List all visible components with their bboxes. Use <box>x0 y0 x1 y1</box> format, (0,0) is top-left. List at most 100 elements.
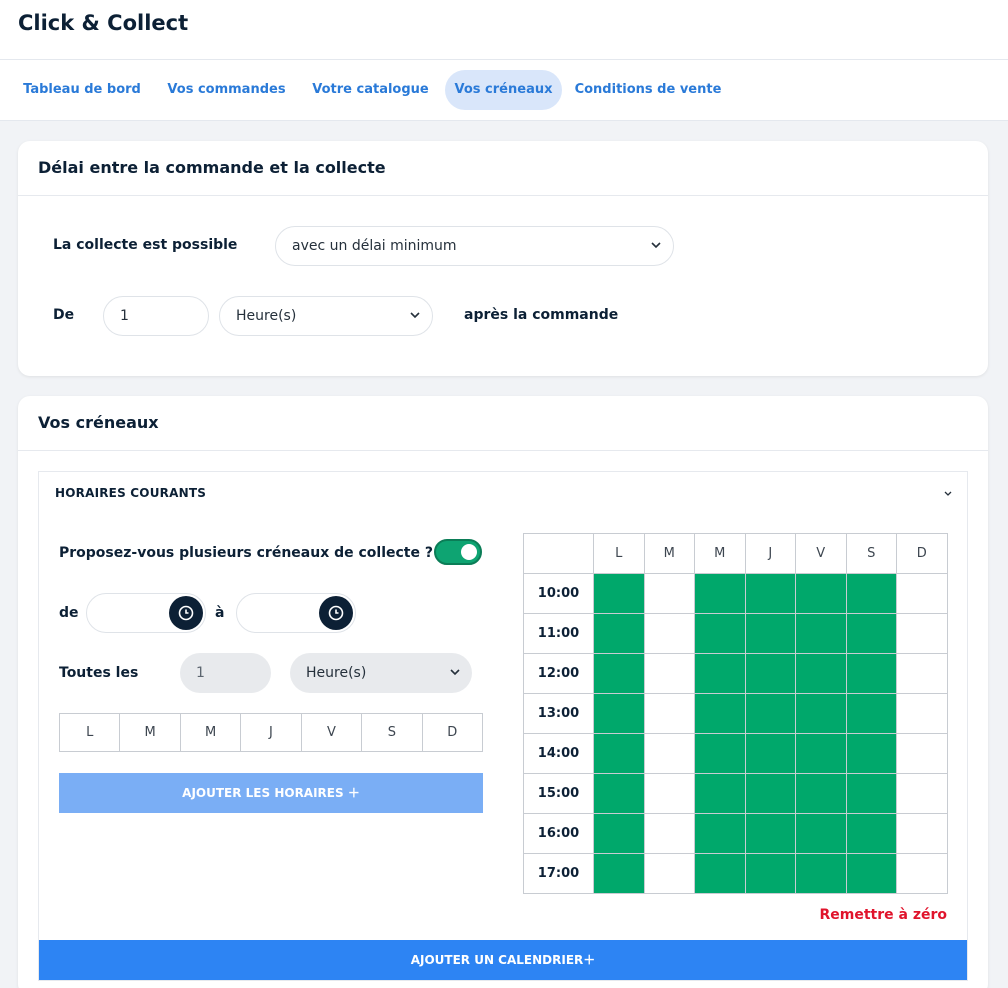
slot-cell-inactive[interactable] <box>643 773 695 814</box>
slot-cell-inactive[interactable] <box>643 733 695 774</box>
slot-cell-inactive[interactable] <box>896 573 948 614</box>
slot-cell-active[interactable] <box>795 733 847 774</box>
slot-cell-active[interactable] <box>593 813 645 854</box>
multiple-slots-question: Proposez-vous plusieurs créneaux de coll… <box>59 545 433 561</box>
day-thursday[interactable]: J <box>241 714 302 751</box>
slot-cell-active[interactable] <box>744 613 796 654</box>
slot-cell-active[interactable] <box>795 853 847 894</box>
delay-unit-select[interactable]: Heure(s) <box>219 296 433 336</box>
slot-cell-inactive[interactable] <box>643 693 695 734</box>
day-tuesday[interactable]: M <box>120 714 181 751</box>
slot-cell-active[interactable] <box>845 693 897 734</box>
day-friday[interactable]: V <box>302 714 363 751</box>
slot-cell-active[interactable] <box>845 853 897 894</box>
grid-day-header: S <box>845 533 897 574</box>
add-calendar-button[interactable]: AJOUTER UN CALENDRIER＋ <box>39 940 967 980</box>
slot-cell-active[interactable] <box>795 773 847 814</box>
delay-unit-value: Heure(s) <box>236 308 297 324</box>
slot-cell-active[interactable] <box>593 693 645 734</box>
slot-cell-active[interactable] <box>593 733 645 774</box>
multiple-slots-toggle[interactable] <box>434 539 482 565</box>
grid-day-header: M <box>694 533 746 574</box>
slot-cell-inactive[interactable] <box>896 613 948 654</box>
slot-cell-active[interactable] <box>694 613 746 654</box>
every-unit-select[interactable]: Heure(s) <box>290 653 472 693</box>
slot-cell-inactive[interactable] <box>896 733 948 774</box>
tab-tableau-de-bord[interactable]: Tableau de bord <box>18 70 146 110</box>
delay-card: Délai entre la commande et la collecte L… <box>18 141 988 376</box>
slot-cell-active[interactable] <box>593 653 645 694</box>
clock-button[interactable] <box>169 596 203 630</box>
slot-cell-active[interactable] <box>845 773 897 814</box>
grid-hour-row: 12:00 <box>523 653 948 694</box>
collect-possible-label: La collecte est possible <box>53 237 238 253</box>
day-monday[interactable]: L <box>60 714 121 751</box>
day-wednesday[interactable]: M <box>181 714 242 751</box>
slot-cell-active[interactable] <box>593 613 645 654</box>
slot-cell-inactive[interactable] <box>896 653 948 694</box>
slot-cell-inactive[interactable] <box>643 613 695 654</box>
grid-hour-row: 13:00 <box>523 693 948 734</box>
slot-cell-active[interactable] <box>593 773 645 814</box>
slot-cell-active[interactable] <box>694 573 746 614</box>
every-amount-input[interactable]: 1 <box>180 653 271 693</box>
slot-cell-active[interactable] <box>744 573 796 614</box>
slot-cell-active[interactable] <box>744 653 796 694</box>
slot-cell-active[interactable] <box>694 773 746 814</box>
slot-cell-active[interactable] <box>845 813 897 854</box>
to-time-input[interactable] <box>236 593 356 633</box>
grid-day-header: D <box>896 533 948 574</box>
slot-cell-inactive[interactable] <box>896 853 948 894</box>
slot-cell-inactive[interactable] <box>896 813 948 854</box>
current-hours-panel: HORAIRES COURANTS Proposez-vous plusieur… <box>38 471 968 981</box>
slot-cell-inactive[interactable] <box>896 773 948 814</box>
slot-cell-inactive[interactable] <box>643 653 695 694</box>
slot-cell-active[interactable] <box>845 573 897 614</box>
slot-cell-active[interactable] <box>744 773 796 814</box>
slot-cell-active[interactable] <box>593 853 645 894</box>
slot-cell-active[interactable] <box>694 853 746 894</box>
clock-button[interactable] <box>319 596 353 630</box>
slot-cell-active[interactable] <box>744 853 796 894</box>
tab-conditions-de-vente[interactable]: Conditions de vente <box>572 70 724 110</box>
delay-mode-select[interactable]: avec un délai minimum <box>275 226 674 266</box>
slot-cell-active[interactable] <box>744 813 796 854</box>
slot-cell-active[interactable] <box>795 693 847 734</box>
slot-cell-inactive[interactable] <box>643 813 695 854</box>
slot-cell-active[interactable] <box>795 573 847 614</box>
slot-cell-active[interactable] <box>694 653 746 694</box>
tab-votre-catalogue[interactable]: Votre catalogue <box>306 70 435 110</box>
grid-header-row: LMMJVSD <box>523 533 948 574</box>
slot-cell-active[interactable] <box>845 733 897 774</box>
slot-cell-active[interactable] <box>795 613 847 654</box>
slot-cell-active[interactable] <box>845 653 897 694</box>
from-time-input[interactable] <box>86 593 206 633</box>
tab-vos-creneaux[interactable]: Vos créneaux <box>445 70 562 110</box>
chevron-down-icon[interactable] <box>943 488 953 498</box>
current-hours-title: HORAIRES COURANTS <box>55 486 207 500</box>
slot-cell-inactive[interactable] <box>643 853 695 894</box>
day-sunday[interactable]: D <box>423 714 482 751</box>
slot-cell-active[interactable] <box>744 693 796 734</box>
from-time-label: de <box>59 605 79 621</box>
reset-link[interactable]: Remettre à zéro <box>819 907 947 923</box>
slot-cell-active[interactable] <box>795 813 847 854</box>
app-title: Click & Collect <box>18 11 189 35</box>
slot-cell-active[interactable] <box>694 733 746 774</box>
slot-cell-inactive[interactable] <box>896 693 948 734</box>
slot-cell-active[interactable] <box>845 613 897 654</box>
slot-cell-active[interactable] <box>593 573 645 614</box>
grid-hour-label: 13:00 <box>523 693 594 734</box>
delay-mode-value: avec un délai minimum <box>292 238 457 254</box>
slot-cell-active[interactable] <box>694 813 746 854</box>
tab-vos-commandes[interactable]: Vos commandes <box>160 70 293 110</box>
slots-card-title: Vos créneaux <box>38 413 159 432</box>
day-selector: L M M J V S D <box>59 713 483 752</box>
slot-cell-active[interactable] <box>744 733 796 774</box>
slot-cell-inactive[interactable] <box>643 573 695 614</box>
add-hours-button[interactable]: AJOUTER LES HORAIRES ＋ <box>59 773 483 813</box>
slot-cell-active[interactable] <box>694 693 746 734</box>
day-saturday[interactable]: S <box>362 714 423 751</box>
slot-cell-active[interactable] <box>795 653 847 694</box>
delay-amount-input[interactable]: 1 <box>103 296 209 336</box>
